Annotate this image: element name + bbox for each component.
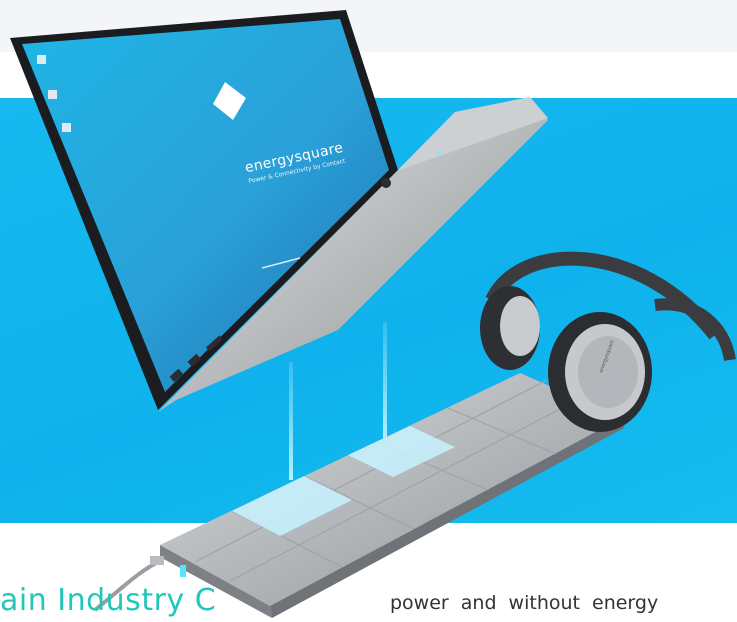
desktop-icon-3 <box>62 123 71 132</box>
energy-beam-left <box>289 362 293 480</box>
product-illustration: energysquare <box>10 10 736 618</box>
charging-pad <box>160 373 622 606</box>
audio-jack <box>381 178 391 188</box>
energy-beam-right <box>383 322 387 442</box>
caption-right: power and without energy <box>390 592 659 614</box>
desktop-icon-2 <box>48 90 57 99</box>
pad-led <box>180 565 186 577</box>
caption-left: ain Industry C <box>0 583 217 618</box>
desktop-icon-1 <box>37 55 46 64</box>
